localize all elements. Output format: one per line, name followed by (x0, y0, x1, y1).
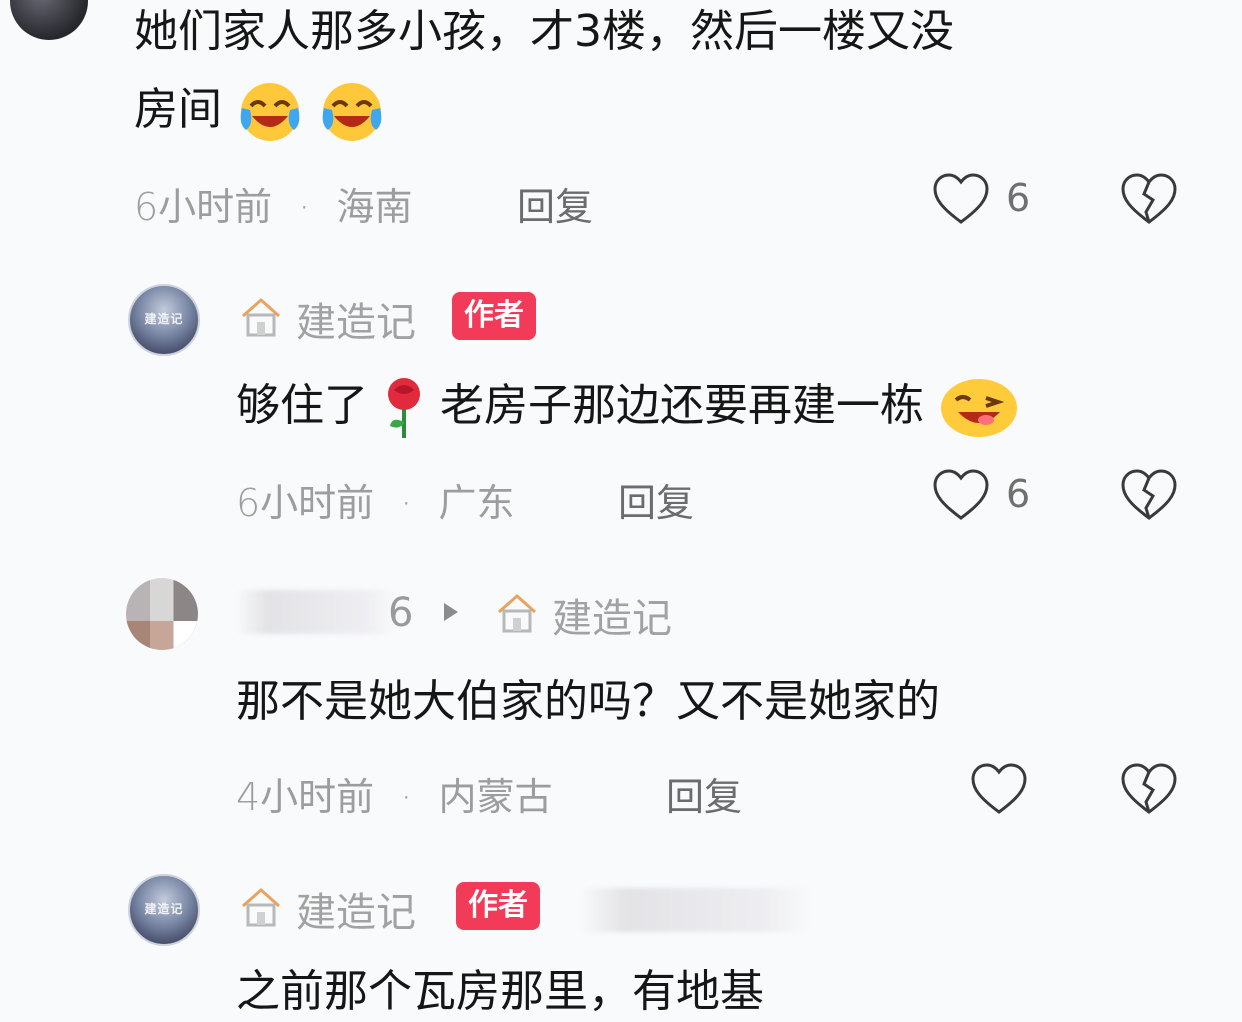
timestamp: 6小时前 (134, 185, 273, 229)
like-icon[interactable] (932, 172, 990, 228)
comment-text: 她们家人那多小孩，才3楼，然后一楼又没 (134, 2, 954, 62)
user-avatar[interactable] (126, 578, 198, 650)
comment-text: 之前那个瓦房那里，有地基 (236, 966, 764, 1017)
author-badge: 作者 (452, 292, 536, 340)
author-badge: 作者 (456, 882, 540, 930)
comment-text-line-1: 她们家人那多小孩，才3楼，然后一楼又没 (134, 6, 954, 57)
crying-laughing-emoji (240, 83, 300, 141)
comment-meta: 6小时前 · 海南 (134, 176, 412, 231)
reply-arrow-icon (444, 603, 458, 621)
winking-smile-emoji (941, 379, 1017, 437)
author-avatar[interactable]: 建造记 (128, 874, 200, 946)
timestamp: 6小时前 (236, 481, 375, 525)
like-count: 6 (1006, 176, 1031, 220)
location: 内蒙古 (438, 775, 553, 819)
like-icon[interactable] (970, 762, 1028, 818)
timestamp: 4小时前 (236, 775, 375, 819)
house-icon (242, 888, 280, 927)
like-icon[interactable] (932, 468, 990, 524)
avatar-stamp: 建造记 (144, 902, 184, 916)
comment-text-line-2: 房间 (134, 80, 386, 144)
comment-text-part-2: 老房子那边还要再建一栋 (440, 380, 924, 431)
rose-emoji (388, 378, 420, 438)
house-icon (242, 298, 280, 337)
comment-text-part-1: 够住了 (236, 380, 368, 431)
comment-text-line-2-span: 房间 (134, 84, 222, 135)
reply-button[interactable]: 回复 (618, 472, 694, 527)
dislike-icon[interactable] (1120, 468, 1178, 524)
avatar[interactable] (10, 0, 88, 40)
blurred-username (236, 590, 396, 634)
separator: · (400, 481, 413, 525)
like-count: 6 (1006, 472, 1031, 516)
reply-button[interactable]: 回复 (666, 766, 742, 821)
separator: · (400, 775, 413, 819)
reply-button[interactable]: 回复 (517, 176, 593, 231)
author-name[interactable]: 建造记 (296, 880, 416, 938)
comment-text: 那不是她大伯家的吗？又不是她家的 (236, 676, 940, 727)
crying-laughing-emoji (322, 83, 382, 141)
location: 海南 (336, 185, 413, 229)
author-avatar[interactable]: 建造记 (128, 284, 200, 356)
location: 广东 (438, 481, 515, 525)
comment-meta: 6小时前 · 广东 (236, 472, 514, 527)
username-suffix[interactable]: 6 (388, 590, 413, 636)
blurred-reply-target (580, 888, 810, 932)
comment-text: 够住了 老房子那边还要再建一栋 (236, 376, 1020, 440)
dislike-icon[interactable] (1120, 172, 1178, 228)
author-name[interactable]: 建造记 (296, 290, 416, 348)
avatar-stamp: 建造记 (144, 312, 184, 326)
separator: · (298, 185, 311, 229)
reply-to-name[interactable]: 建造记 (552, 586, 672, 644)
house-icon (498, 594, 536, 633)
comment-meta: 4小时前 · 内蒙古 (236, 766, 552, 821)
dislike-icon[interactable] (1120, 762, 1178, 818)
